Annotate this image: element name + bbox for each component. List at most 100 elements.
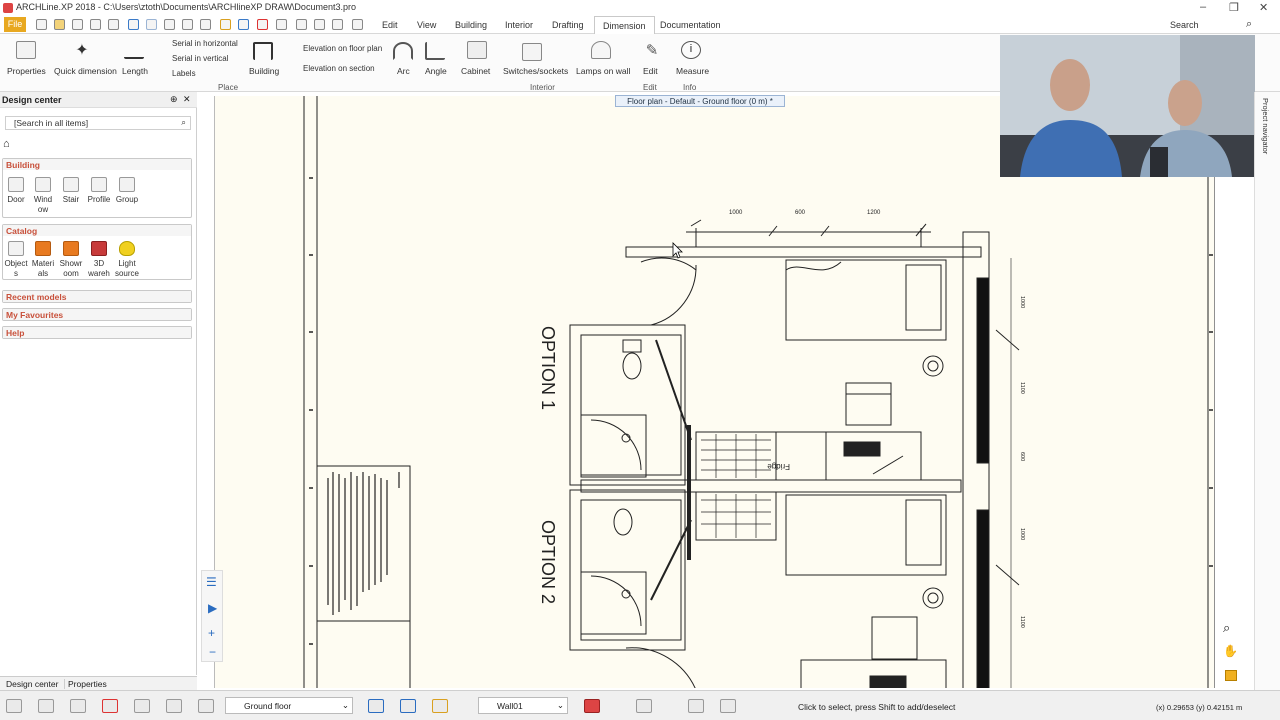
elevation-floor-plan-button[interactable]: Elevation on floor plan [303, 44, 382, 53]
help-header[interactable]: Help [3, 327, 191, 338]
pin-icon[interactable]: ⊕ [170, 94, 178, 105]
edit-icon[interactable]: ✎ [642, 41, 662, 59]
arc-icon[interactable] [393, 42, 413, 60]
edit-button[interactable]: Edit [643, 66, 658, 76]
delete-icon[interactable] [257, 19, 268, 30]
floor-up-icon[interactable] [368, 699, 384, 713]
3d-warehouse-item[interactable]: 3D wareh [86, 241, 112, 279]
design-center-search[interactable]: [Search in all items] ⌕ [5, 116, 191, 130]
tab-dimension[interactable]: Dimension [594, 16, 655, 35]
info-icon[interactable]: i [681, 41, 701, 59]
frame-icon[interactable] [70, 699, 86, 713]
properties-button[interactable]: Properties [7, 66, 46, 76]
showroom-item[interactable]: Showr oom [58, 241, 84, 279]
favourites-header[interactable]: My Favourites [3, 309, 191, 320]
zoom-plus-icon[interactable]: + [208, 626, 215, 640]
play-icon[interactable]: ▶ [208, 601, 217, 615]
tab-edit[interactable]: Edit [382, 20, 398, 30]
minimize-icon[interactable]: – [1200, 1, 1206, 13]
measure-button[interactable]: Measure [676, 66, 709, 76]
restore-icon[interactable]: ❐ [1229, 1, 1239, 14]
close-icon[interactable]: ✕ [1259, 1, 1268, 14]
cut-icon[interactable] [164, 19, 175, 30]
recent-models-section[interactable]: Recent models [2, 290, 192, 303]
window-item[interactable]: Wind ow [30, 177, 56, 215]
length-icon[interactable] [124, 41, 144, 59]
lamps-on-wall-button[interactable]: Lamps on wall [576, 66, 630, 76]
tab-drafting[interactable]: Drafting [552, 20, 584, 30]
search-icon[interactable]: ⌕ [1246, 18, 1252, 31]
floor-select[interactable]: Ground floor ⌄ [225, 697, 353, 714]
home-icon[interactable]: ⌂ [3, 138, 10, 150]
tab-view[interactable]: View [417, 20, 436, 30]
cursor-options-icon[interactable] [688, 699, 704, 713]
switches-sockets-button[interactable]: Switches/sockets [503, 66, 568, 76]
elevation-section-button[interactable]: Elevation on section [303, 64, 375, 73]
undo-icon[interactable] [128, 19, 139, 30]
angle-tool-icon[interactable] [314, 19, 325, 30]
search-box[interactable]: Search ⌕ [1150, 18, 1260, 32]
list-icon[interactable]: ☰ [206, 575, 217, 589]
close-panel-icon[interactable]: ✕ [183, 94, 191, 105]
zoom-minus-icon[interactable]: − [209, 645, 216, 659]
length-button[interactable]: Length [122, 66, 148, 76]
tab-interior[interactable]: Interior [505, 20, 533, 30]
help-section[interactable]: Help [2, 326, 192, 339]
new-icon[interactable] [36, 19, 47, 30]
print-icon[interactable] [108, 19, 119, 30]
project-navigator-label[interactable]: Project navigator [1261, 98, 1270, 154]
pencil-icon[interactable] [238, 19, 249, 30]
properties-icon[interactable] [16, 41, 36, 59]
select-icon[interactable] [166, 699, 182, 713]
catalog-section-header[interactable]: Catalog [3, 225, 191, 236]
stair-item[interactable]: Stair [58, 177, 84, 205]
building-section-header[interactable]: Building [3, 159, 191, 170]
serial-horizontal-button[interactable]: Serial in horizontal [172, 39, 238, 48]
cabinet-icon[interactable] [467, 41, 487, 59]
snap-icon[interactable] [102, 699, 118, 713]
drawing-sheet[interactable]: OPTION 1 OPTION 2 Fridge 1000 600 1200 1… [214, 96, 1215, 688]
lamps-on-wall-icon[interactable] [591, 41, 611, 59]
redo-icon[interactable] [146, 19, 157, 30]
ortho-icon[interactable] [134, 699, 150, 713]
switches-sockets-icon[interactable] [522, 43, 542, 61]
angle-icon[interactable] [425, 42, 445, 60]
text-tool-icon[interactable] [332, 19, 343, 30]
save-as-icon[interactable] [90, 19, 101, 30]
chevron-down-icon[interactable]: ⌄ [342, 700, 349, 711]
serial-vertical-button[interactable]: Serial in vertical [172, 54, 228, 63]
dimension-tool-icon[interactable] [352, 19, 363, 30]
group-item[interactable]: Group [114, 177, 140, 205]
objects-item[interactable]: Object s [3, 241, 29, 279]
tab-properties[interactable]: Properties [64, 679, 110, 689]
quick-dimension-icon[interactable]: ✦ [72, 40, 92, 59]
copy-icon[interactable] [182, 19, 193, 30]
paste-icon[interactable] [200, 19, 211, 30]
cabinet-button[interactable]: Cabinet [461, 66, 490, 76]
profile-item[interactable]: Profile [86, 177, 112, 205]
save-icon[interactable] [72, 19, 83, 30]
materials-item[interactable]: Materi als [30, 241, 56, 279]
tab-documentation[interactable]: Documentation [660, 20, 721, 30]
project-navigator-strip[interactable]: Project navigator ⌕ ✋ [1223, 92, 1280, 690]
pan-hand-icon[interactable]: ✋ [1223, 644, 1238, 658]
building-dimension-icon[interactable] [253, 42, 273, 60]
brush-icon[interactable] [220, 19, 231, 30]
pen-settings-icon[interactable] [432, 699, 448, 713]
chevron-down-icon[interactable]: ⌄ [557, 700, 564, 711]
text-style-icon[interactable] [636, 699, 652, 713]
angle-button[interactable]: Angle [425, 66, 447, 76]
layers-icon[interactable] [198, 699, 214, 713]
quick-dimension-button[interactable]: Quick dimension [54, 66, 117, 76]
building-button[interactable]: Building [249, 66, 279, 76]
coordinate-icon[interactable] [720, 699, 736, 713]
settings-icon[interactable] [6, 699, 22, 713]
layer-select[interactable]: Wall01 ⌄ [478, 697, 568, 714]
floor-plan-tab[interactable]: Floor plan - Default - Ground floor (0 m… [615, 95, 785, 107]
favourites-section[interactable]: My Favourites [2, 308, 192, 321]
line-tool-icon[interactable] [276, 19, 287, 30]
zoom-icon[interactable]: ⌕ [1223, 620, 1230, 636]
open-icon[interactable] [54, 19, 65, 30]
floor-down-icon[interactable] [400, 699, 416, 713]
trim-icon[interactable] [296, 19, 307, 30]
